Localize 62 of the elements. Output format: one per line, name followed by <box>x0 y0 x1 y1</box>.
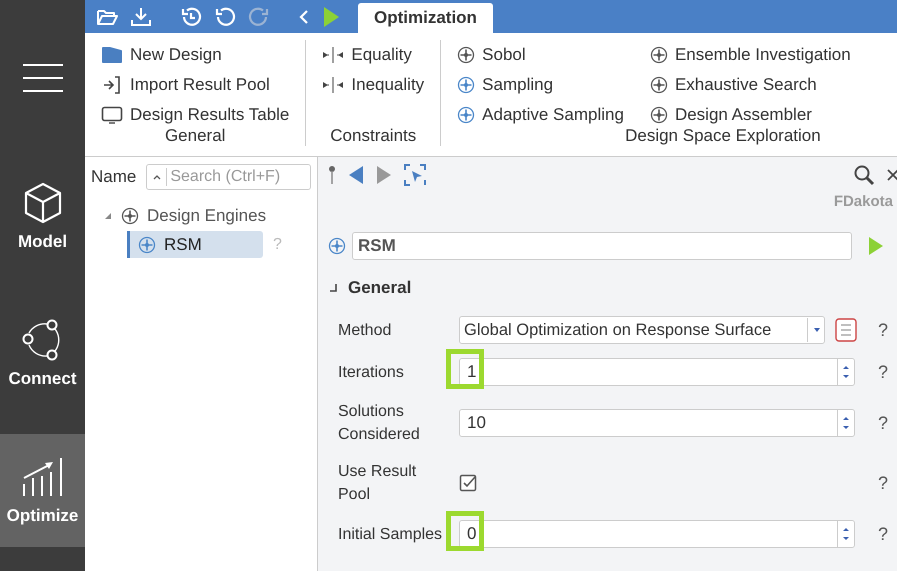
help-icon[interactable]: ? <box>869 320 897 340</box>
close-icon[interactable] <box>887 167 897 183</box>
list-icon[interactable] <box>835 318 857 342</box>
constraint-icon <box>322 46 344 64</box>
method-dropdown[interactable]: Global Optimization on Response Surface <box>459 316 825 344</box>
engine-label: FDakota <box>834 193 893 210</box>
constraint-icon <box>322 76 344 94</box>
field-label: Initial Samples <box>338 524 444 544</box>
caret-icon <box>807 318 820 342</box>
checkbox[interactable] <box>459 474 477 492</box>
field-label: Solutions Considered <box>338 402 421 445</box>
cube-icon <box>22 182 62 224</box>
pin-icon[interactable] <box>328 165 336 185</box>
column-header: Name <box>91 167 136 187</box>
name-field[interactable]: RSM <box>352 232 852 260</box>
help-icon[interactable]: ? <box>869 412 897 434</box>
search-field[interactable]: Search (Ctrl+F) <box>146 164 311 190</box>
number-field[interactable]: 10 <box>459 409 855 437</box>
ribbon-button[interactable]: Ensemble Investigation <box>650 40 851 70</box>
number-field[interactable]: 1 <box>459 358 855 386</box>
history-icon[interactable] <box>180 6 202 28</box>
nav-button[interactable]: Model <box>0 160 85 273</box>
section-header[interactable]: General <box>328 278 897 298</box>
crosshair-icon <box>328 237 346 255</box>
ribbon-button[interactable]: Equality <box>322 40 424 70</box>
ribbon-button[interactable]: Sampling <box>457 70 624 100</box>
ribbon-tab[interactable]: Optimization <box>358 3 493 33</box>
nav-button[interactable]: Connect <box>0 297 85 410</box>
previous-icon[interactable] <box>348 165 364 185</box>
ribbon-button[interactable]: Import Result Pool <box>101 70 290 100</box>
help-icon[interactable]: ? <box>869 524 897 544</box>
ribbon-button[interactable]: Sobol <box>457 40 624 70</box>
tree-item[interactable]: Design Engines <box>95 202 274 229</box>
next-icon[interactable] <box>376 165 392 185</box>
field-label: Iterations <box>338 362 405 382</box>
menu-icon[interactable] <box>22 63 62 93</box>
ribbon-button[interactable]: New Design <box>101 40 290 70</box>
ribbon-button[interactable]: Adaptive Sampling <box>457 100 624 130</box>
help-icon[interactable]: ? <box>869 472 897 494</box>
field-label: Method <box>338 320 392 340</box>
import-icon <box>101 76 123 94</box>
run-icon[interactable] <box>322 6 340 28</box>
ribbon-button[interactable]: Exhaustive Search <box>650 70 851 100</box>
download-icon[interactable] <box>130 6 152 26</box>
field-label: Use Result Pool <box>338 462 418 505</box>
back-icon[interactable] <box>298 8 310 26</box>
caret-icon[interactable] <box>152 173 162 181</box>
expand-icon[interactable] <box>103 210 113 220</box>
select-icon[interactable] <box>404 164 426 186</box>
number-field[interactable]: 0 <box>459 520 855 548</box>
monitor-icon <box>101 106 123 124</box>
chart-arrow-icon <box>20 456 64 498</box>
group-title: Constraints <box>330 126 416 146</box>
folder-icon <box>101 46 123 64</box>
help-icon[interactable]: ? <box>869 362 897 382</box>
ribbon-button[interactable]: Inequality <box>322 70 424 100</box>
search-icon[interactable] <box>853 164 875 186</box>
collapse-icon <box>328 283 338 293</box>
tree-item[interactable]: RSM <box>127 231 263 258</box>
undo-icon[interactable] <box>214 6 236 28</box>
folder-icon[interactable] <box>96 8 118 26</box>
nav-button[interactable]: Optimize <box>0 434 85 547</box>
